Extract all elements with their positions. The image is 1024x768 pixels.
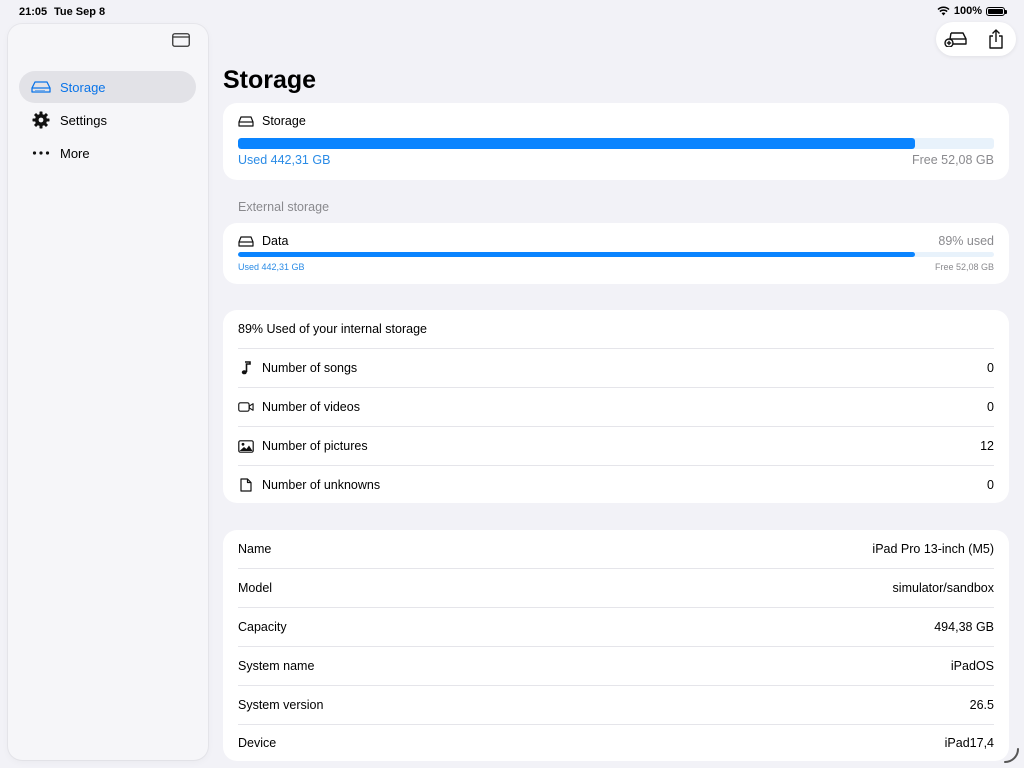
- status-bar: 21:05 Tue Sep 8 100%: [0, 0, 1024, 24]
- gear-icon: [31, 110, 51, 130]
- stats-summary-text: 89% Used of your internal storage: [238, 322, 427, 336]
- sidebar-item-settings[interactable]: Settings: [19, 104, 196, 136]
- status-time: 21:05: [19, 6, 48, 18]
- stats-value: 0: [987, 361, 994, 375]
- storage-stats-card: 89% Used of your internal storage Number…: [223, 310, 1009, 503]
- stats-value: 0: [987, 400, 994, 414]
- device-value: simulator/sandbox: [892, 581, 994, 595]
- device-row-system-name: System name iPadOS: [238, 647, 994, 685]
- stats-label: Number of unknowns: [262, 478, 381, 492]
- external-free-label: Free 52,08 GB: [934, 262, 994, 272]
- document-icon: [238, 477, 254, 493]
- drive-icon: [31, 77, 51, 97]
- device-row-name: Name iPad Pro 13-inch (M5): [238, 530, 994, 568]
- internal-storage-card: Storage Used 442,31 GB Free 52,08 GB: [223, 103, 1009, 180]
- stats-summary: 89% Used of your internal storage: [238, 310, 994, 348]
- device-value: iPadOS: [950, 659, 994, 673]
- device-value: iPad17,4: [944, 736, 994, 750]
- stats-label: Number of videos: [262, 400, 360, 414]
- device-row-system-version: System version 26.5: [238, 686, 994, 724]
- device-label: Name: [238, 542, 272, 556]
- stats-value: 12: [980, 439, 994, 453]
- device-label: Model: [238, 581, 273, 595]
- device-value: 494,38 GB: [934, 620, 994, 634]
- device-value: 26.5: [969, 698, 994, 712]
- device-row-capacity: Capacity 494,38 GB: [238, 608, 994, 646]
- stats-label: Number of songs: [262, 361, 358, 375]
- stats-row-pictures: Number of pictures 12: [238, 427, 994, 465]
- stats-value: 0: [987, 478, 994, 492]
- battery-icon: [986, 6, 1007, 16]
- internal-storage-title: Storage: [262, 114, 306, 128]
- stats-row-songs: Number of songs 0: [238, 349, 994, 387]
- external-storage-card[interactable]: Data 89% used Used 442,31 GB Free 52,08 …: [223, 223, 1009, 284]
- sidebar-item-label: Settings: [60, 112, 107, 128]
- external-percent-used: 89% used: [938, 234, 994, 248]
- device-row-model: Model simulator/sandbox: [238, 569, 994, 607]
- internal-storage-header: Storage: [238, 114, 994, 128]
- status-date: Tue Sep 8: [54, 6, 106, 18]
- internal-free-label: Free 52,08 GB: [912, 153, 994, 167]
- sidebar: Storage Settings More: [8, 24, 208, 760]
- add-drive-button[interactable]: [943, 26, 969, 52]
- ellipsis-icon: [31, 143, 51, 163]
- external-storage-progress-fill: [238, 252, 915, 257]
- internal-storage-progress-fill: [238, 138, 915, 149]
- device-row-device: Device iPad17,4: [238, 724, 994, 762]
- stats-row-unknowns: Number of unknowns 0: [238, 466, 994, 504]
- share-button[interactable]: [983, 26, 1009, 52]
- device-label: Device: [238, 736, 277, 750]
- stats-label: Number of pictures: [262, 439, 368, 453]
- toolbar-actions: [936, 22, 1016, 56]
- sidebar-item-storage[interactable]: Storage: [19, 71, 196, 103]
- stats-row-videos: Number of videos 0: [238, 388, 994, 426]
- internal-storage-progress: [238, 138, 994, 149]
- page-title: Storage: [223, 66, 317, 94]
- device-label: System version: [238, 698, 324, 712]
- share-icon: [989, 29, 1003, 49]
- music-note-icon: [238, 360, 254, 376]
- sidebar-item-label: More: [60, 145, 90, 161]
- device-label: Capacity: [238, 620, 287, 634]
- video-camera-icon: [238, 399, 254, 415]
- photo-icon: [238, 438, 254, 454]
- device-label: System name: [238, 659, 315, 673]
- sidebar-toggle-icon[interactable]: [172, 33, 190, 47]
- battery-percent: 100%: [953, 5, 982, 17]
- sidebar-item-label: Storage: [60, 79, 106, 95]
- external-storage-progress: [238, 252, 994, 257]
- status-right: 100%: [937, 5, 1007, 17]
- drive-icon: [238, 115, 254, 127]
- sidebar-item-more[interactable]: More: [19, 137, 196, 169]
- window-resize-handle-icon[interactable]: [1002, 746, 1020, 764]
- add-drive-icon: [944, 32, 967, 47]
- external-storage-header: External storage: [238, 200, 330, 214]
- wifi-icon: [937, 6, 950, 16]
- device-info-card: Name iPad Pro 13-inch (M5) Model simulat…: [223, 530, 1009, 761]
- device-value: iPad Pro 13-inch (M5): [872, 542, 994, 556]
